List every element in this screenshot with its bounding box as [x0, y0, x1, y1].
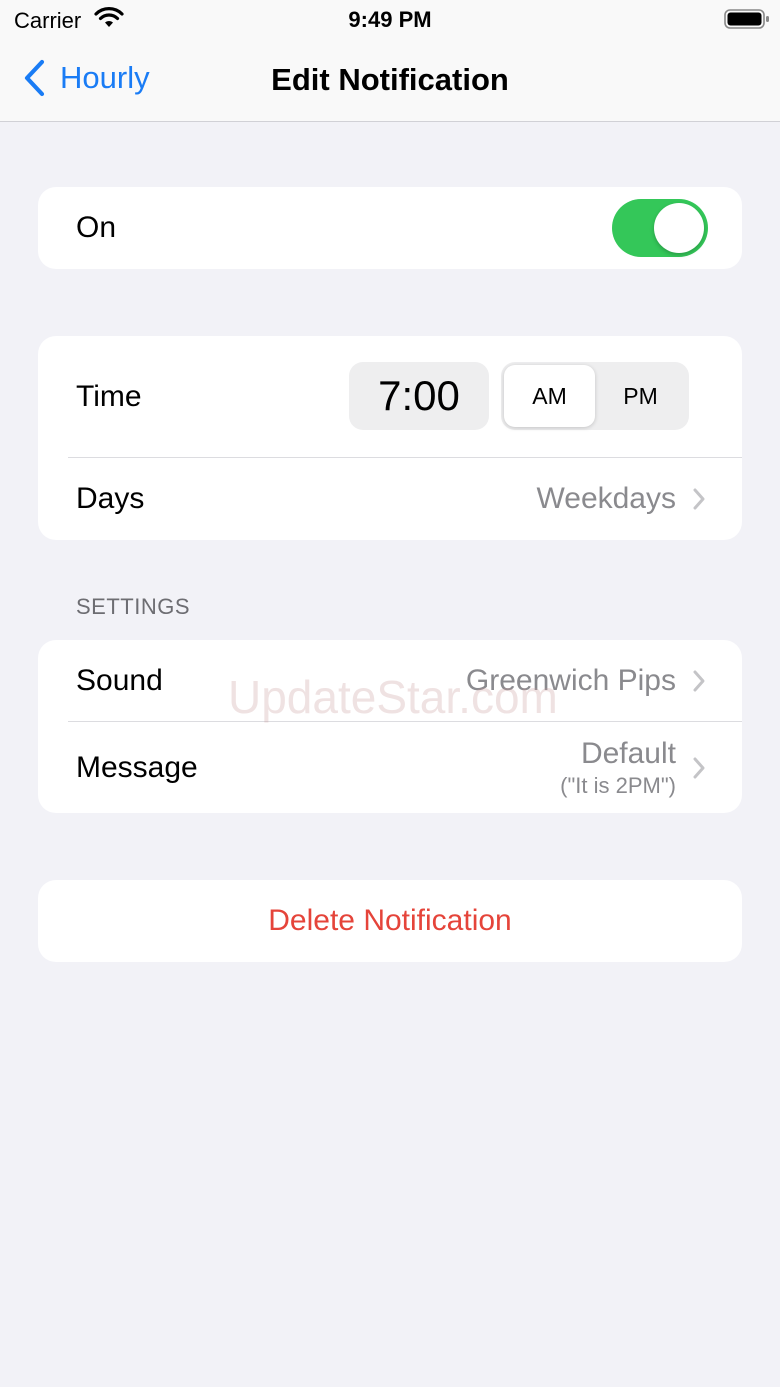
enabled-label: On	[76, 211, 117, 244]
message-label: Message	[76, 750, 198, 784]
message-subvalue: ("It is 2PM")	[560, 772, 676, 798]
sound-value: Greenwich Pips	[465, 664, 676, 697]
chevron-right-icon	[693, 670, 705, 692]
message-value: Default	[580, 736, 676, 770]
sound-label: Sound	[76, 664, 163, 697]
status-time: 9:49 PM	[348, 7, 432, 32]
status-bar: Carrier 9:49 PM	[0, 0, 780, 40]
settings-card: Sound Greenwich Pips Message Default ("I…	[38, 640, 742, 813]
enabled-toggle[interactable]	[612, 199, 708, 257]
am-segment[interactable]: AM	[504, 365, 595, 427]
message-value-wrap: Default ("It is 2PM")	[560, 722, 706, 813]
page-title: Edit Notification	[271, 62, 509, 97]
sound-value-wrap: Greenwich Pips	[466, 640, 706, 722]
pm-segment[interactable]: PM	[595, 365, 686, 427]
time-label: Time	[76, 380, 142, 413]
delete-card: Delete Notification	[38, 880, 742, 962]
enabled-row: On	[38, 187, 742, 269]
sound-row[interactable]: Sound Greenwich Pips	[38, 640, 742, 722]
schedule-card: Time 7:00 AM PM Days Weekdays	[38, 336, 742, 540]
am-pm-segmented-control: AM PM	[501, 362, 689, 430]
chevron-right-icon	[693, 488, 705, 510]
toggle-knob	[654, 203, 704, 253]
battery-icon	[724, 9, 769, 29]
chevron-right-icon	[693, 757, 705, 778]
enabled-card: On	[38, 187, 742, 269]
delete-notification-button[interactable]: Delete Notification	[38, 880, 742, 962]
time-row: Time 7:00 AM PM	[38, 336, 742, 458]
message-value-stack: Default ("It is 2PM")	[560, 737, 676, 799]
time-picker[interactable]: 7:00	[349, 362, 489, 430]
days-label: Days	[76, 482, 145, 515]
days-row[interactable]: Days Weekdays	[38, 458, 742, 540]
message-row[interactable]: Message Default ("It is 2PM")	[38, 722, 742, 813]
days-value: Weekdays	[536, 482, 676, 515]
days-value-wrap: Weekdays	[536, 458, 706, 540]
settings-section-header: SETTINGS	[76, 594, 191, 619]
navigation-bar: Hourly Edit Notification	[0, 40, 780, 122]
